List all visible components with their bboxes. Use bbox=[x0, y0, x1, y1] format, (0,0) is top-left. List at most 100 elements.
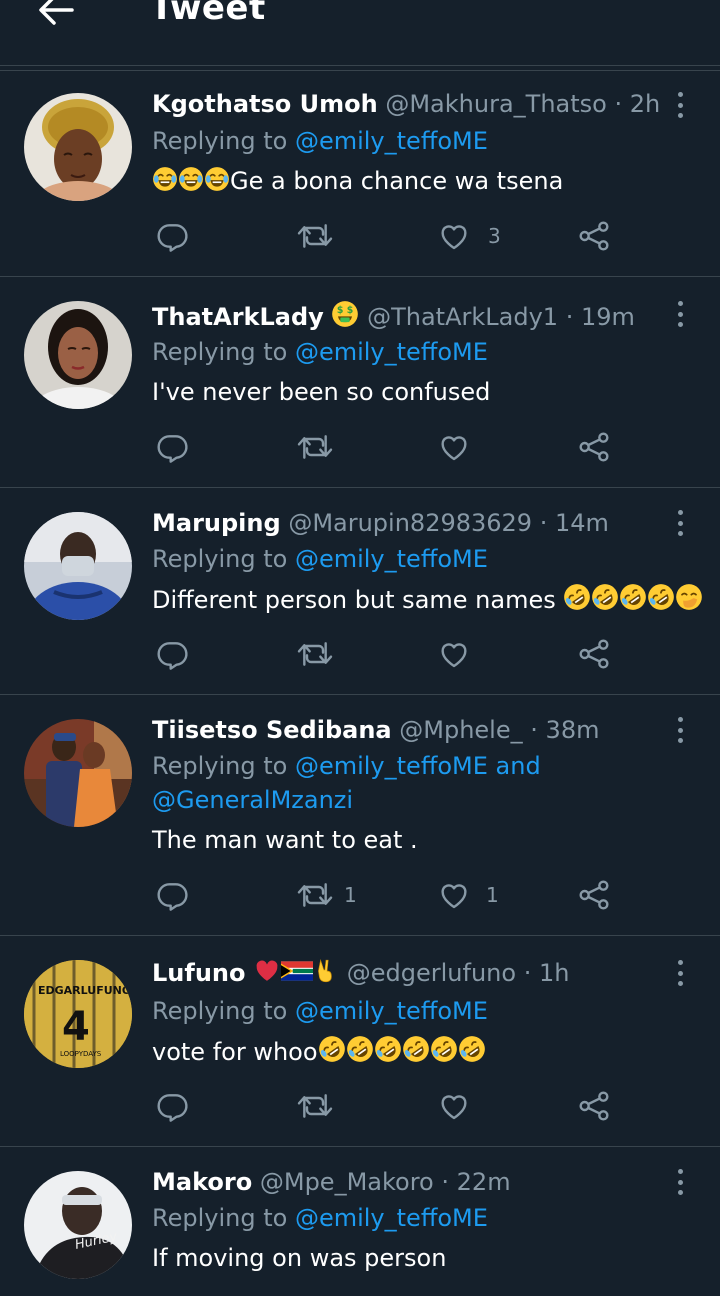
svg-text:4: 4 bbox=[62, 1004, 90, 1050]
separator: · bbox=[530, 716, 538, 744]
rofl-emoji-icon bbox=[402, 1035, 430, 1063]
reply-tweet[interactable]: Kgothatso Umoh @Makhura_Thatso · 2h Repl… bbox=[0, 72, 720, 277]
share-button[interactable] bbox=[578, 216, 610, 256]
replying-label: Replying to bbox=[152, 127, 288, 155]
timestamp[interactable]: 19m bbox=[581, 303, 635, 331]
avatar[interactable]: Hurley bbox=[24, 1171, 132, 1279]
more-icon[interactable] bbox=[668, 958, 692, 988]
display-name[interactable]: Makoro bbox=[152, 1168, 252, 1196]
reply-tweet[interactable]: Maruping @Marupin82983629 · 14m Replying… bbox=[0, 488, 720, 695]
tweet-header: Lufuno @edgerlufuno · 1h bbox=[152, 958, 569, 988]
separator: · bbox=[565, 303, 574, 331]
avatar[interactable] bbox=[24, 301, 132, 409]
reply-button[interactable] bbox=[156, 427, 188, 467]
more-icon[interactable] bbox=[668, 715, 692, 745]
replying-to: Replying to @emily_teffoME and bbox=[152, 749, 541, 783]
share-button[interactable] bbox=[578, 1086, 610, 1126]
like-button[interactable]: 3 bbox=[438, 216, 501, 256]
tweet-header: ThatArkLady @ThatArkLady1 · 19m bbox=[152, 300, 635, 332]
more-icon[interactable] bbox=[668, 1167, 692, 1197]
like-button[interactable] bbox=[438, 427, 470, 467]
handle[interactable]: @ThatArkLady1 bbox=[367, 303, 558, 331]
like-button[interactable] bbox=[438, 1086, 470, 1126]
reply-tweet[interactable]: EDGARLUFUNO 4 LOOPYDAYS Lufuno @edgerlufun… bbox=[0, 936, 720, 1147]
share-icon bbox=[578, 1090, 610, 1122]
timestamp[interactable]: 38m bbox=[546, 716, 600, 744]
retweet-button[interactable] bbox=[296, 427, 334, 467]
more-icon[interactable] bbox=[668, 508, 692, 538]
mention-link[interactable]: @emily_teffoME bbox=[295, 545, 488, 573]
timestamp[interactable]: 2h bbox=[630, 90, 660, 118]
mention-link-2[interactable]: @GeneralMzanzi bbox=[152, 783, 353, 817]
rofl-emoji-icon bbox=[647, 583, 675, 611]
rofl-emoji-icon bbox=[430, 1035, 458, 1063]
display-name[interactable]: Maruping bbox=[152, 509, 281, 537]
timestamp[interactable]: 22m bbox=[457, 1168, 511, 1196]
more-icon[interactable] bbox=[668, 90, 692, 120]
replying-label: Replying to bbox=[152, 1204, 288, 1232]
mention-link[interactable]: @emily_teffoME bbox=[295, 1204, 488, 1232]
handle[interactable]: @Mpe_Makoro bbox=[260, 1168, 434, 1196]
handle[interactable]: @Marupin82983629 bbox=[288, 509, 532, 537]
timestamp[interactable]: 14m bbox=[555, 509, 609, 537]
joy-emoji-icon bbox=[152, 166, 178, 192]
like-icon bbox=[438, 220, 470, 252]
handle[interactable]: @Mphele_ bbox=[399, 716, 522, 744]
tweet-text: vote for whoo bbox=[152, 1038, 318, 1066]
divider bbox=[0, 70, 720, 71]
reply-button[interactable] bbox=[156, 634, 188, 674]
retweet-icon bbox=[296, 431, 334, 463]
mention-link[interactable]: @emily_teffoME bbox=[295, 127, 488, 155]
avatar[interactable] bbox=[24, 512, 132, 620]
rofl-emoji-icon bbox=[318, 1035, 346, 1063]
reply-button[interactable] bbox=[156, 1086, 188, 1126]
joy-emoji-icon bbox=[204, 166, 230, 192]
share-button[interactable] bbox=[578, 634, 610, 674]
replying-to: Replying to @emily_teffoME bbox=[152, 994, 488, 1028]
share-button[interactable] bbox=[578, 427, 610, 467]
page-title: Tweet bbox=[150, 0, 266, 28]
reply-button[interactable] bbox=[156, 875, 188, 915]
reply-icon bbox=[156, 879, 188, 911]
reply-tweet[interactable]: Tiisetso Sedibana @Mphele_ · 38m Replyin… bbox=[0, 695, 720, 936]
handle[interactable]: @edgerlufuno bbox=[347, 959, 516, 987]
more-icon[interactable] bbox=[668, 299, 692, 329]
avatar[interactable] bbox=[24, 93, 132, 201]
back-arrow-icon[interactable] bbox=[34, 0, 78, 34]
retweet-button[interactable] bbox=[296, 1086, 334, 1126]
tweet-text-container: Different person but same names bbox=[152, 583, 703, 616]
like-icon bbox=[438, 638, 470, 670]
display-name[interactable]: Tiisetso Sedibana bbox=[152, 716, 392, 744]
display-name[interactable]: Lufuno bbox=[152, 959, 245, 987]
timestamp[interactable]: 1h bbox=[539, 959, 569, 987]
display-name[interactable]: Kgothatso Umoh bbox=[152, 90, 378, 118]
reply-icon bbox=[156, 431, 188, 463]
reply-tweet[interactable]: ThatArkLady @ThatArkLady1 · 19m Replying… bbox=[0, 277, 720, 488]
reply-button[interactable] bbox=[156, 216, 188, 256]
replying-label: Replying to bbox=[152, 752, 288, 780]
handle[interactable]: @Makhura_Thatso bbox=[385, 90, 606, 118]
svg-text:LOOPYDAYS: LOOPYDAYS bbox=[60, 1050, 102, 1058]
retweet-button[interactable]: 1 bbox=[296, 875, 357, 915]
tweet-text: Ge a bona chance wa tsena bbox=[230, 167, 564, 195]
tweet-header: Maruping @Marupin82983629 · 14m bbox=[152, 508, 609, 538]
tweet-text: Different person but same names bbox=[152, 586, 556, 614]
share-button[interactable] bbox=[578, 875, 610, 915]
retweet-button[interactable] bbox=[296, 216, 334, 256]
reply-tweet[interactable]: Hurley Makoro @Mpe_Makoro · 22m Replying… bbox=[0, 1147, 720, 1296]
replying-label: Replying to bbox=[152, 997, 288, 1025]
like-button[interactable] bbox=[438, 634, 470, 674]
tweet-header: Tiisetso Sedibana @Mphele_ · 38m bbox=[152, 715, 599, 745]
avatar[interactable]: EDGARLUFUNO 4 LOOPYDAYS bbox=[24, 960, 132, 1068]
hand-over-mouth-emoji-icon bbox=[675, 583, 703, 611]
avatar[interactable] bbox=[24, 719, 132, 827]
display-name[interactable]: ThatArkLady bbox=[152, 303, 324, 331]
separator: · bbox=[523, 959, 532, 987]
retweet-icon bbox=[296, 879, 334, 911]
heart-emoji-icon bbox=[253, 958, 281, 984]
mention-link[interactable]: @emily_teffoME bbox=[295, 338, 488, 366]
retweet-button[interactable] bbox=[296, 634, 334, 674]
mention-link[interactable]: @emily_teffoME and bbox=[295, 752, 541, 780]
like-button[interactable]: 1 bbox=[438, 875, 499, 915]
mention-link[interactable]: @emily_teffoME bbox=[295, 997, 488, 1025]
